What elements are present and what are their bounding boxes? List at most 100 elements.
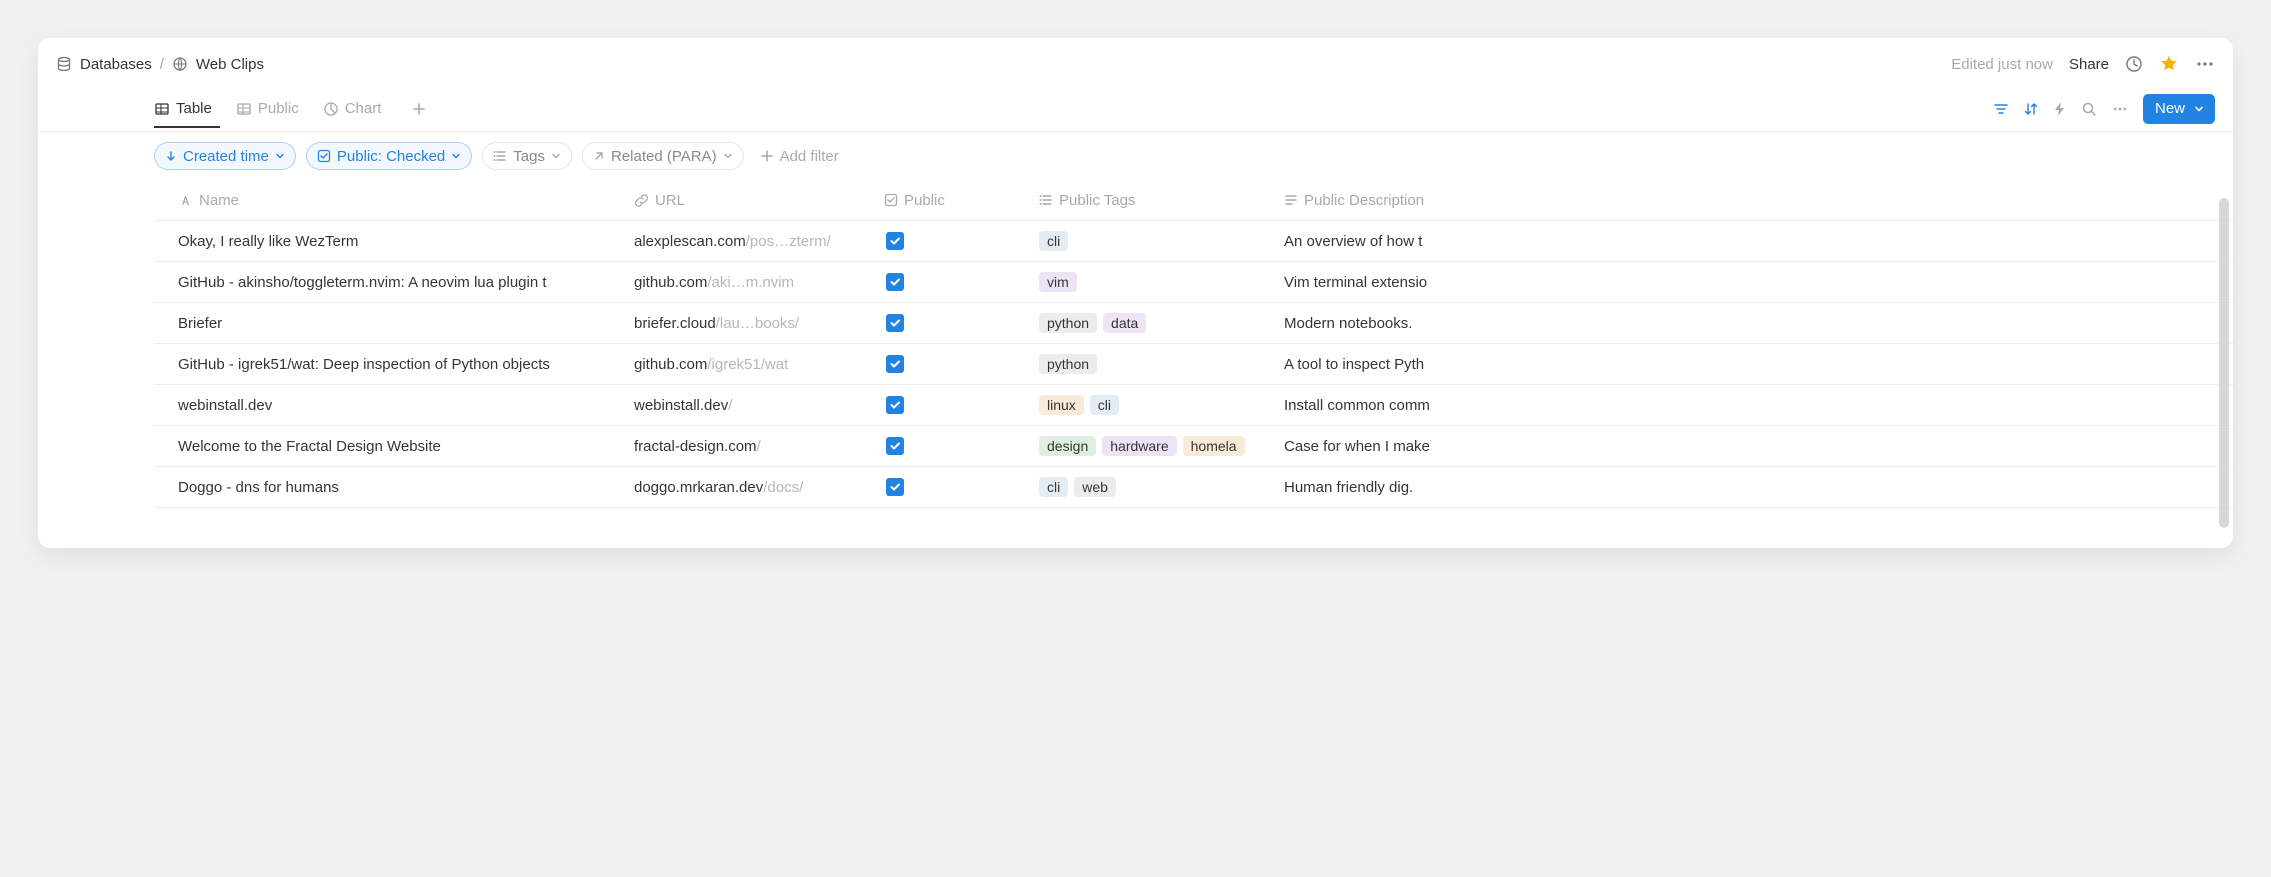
tag: python — [1039, 354, 1097, 374]
updates-icon[interactable] — [2125, 55, 2143, 73]
table-row[interactable]: GitHub - akinsho/toggleterm.nvim: A neov… — [154, 262, 2233, 303]
checkbox-checked[interactable] — [886, 396, 904, 414]
checkbox-checked[interactable] — [886, 355, 904, 373]
cell-public-tags[interactable]: designhardwarehomela — [1039, 436, 1284, 456]
table-icon — [154, 101, 170, 117]
cell-public-description[interactable]: Human friendly dig. — [1284, 479, 2233, 496]
column-header-public-tags[interactable]: Public Tags — [1039, 192, 1284, 209]
add-filter-button[interactable]: Add filter — [754, 148, 845, 165]
page-link[interactable]: Doggo - dns for humans — [178, 479, 339, 496]
text-icon — [1284, 193, 1298, 207]
new-button[interactable]: New — [2143, 94, 2215, 124]
cell-public-description[interactable]: Vim terminal extensio — [1284, 274, 2233, 291]
checkbox-checked[interactable] — [886, 437, 904, 455]
column-label: URL — [655, 192, 685, 209]
filter-icon[interactable] — [1993, 101, 2009, 117]
cell-public-description[interactable]: Case for when I make — [1284, 438, 2233, 455]
cell-public — [884, 396, 1039, 415]
cell-public-tags[interactable]: vim — [1039, 272, 1284, 292]
breadcrumb-page[interactable]: Web Clips — [196, 56, 264, 73]
cell-public-description[interactable]: Modern notebooks. — [1284, 315, 2233, 332]
cell-url[interactable]: briefer.cloud/lau…books/ — [634, 315, 884, 332]
sort-icon[interactable] — [2023, 101, 2039, 117]
cell-public-description[interactable]: A tool to inspect Pyth — [1284, 356, 2233, 373]
column-label: Public Tags — [1059, 192, 1135, 209]
cell-public-tags[interactable]: cliweb — [1039, 477, 1284, 497]
column-header-public-description[interactable]: Public Description — [1284, 192, 2233, 209]
sort-pill-created-time[interactable]: Created time — [154, 142, 296, 170]
filter-label: Related (PARA) — [611, 148, 717, 165]
tag: cli — [1039, 477, 1068, 497]
view-tab-label: Public — [258, 100, 299, 117]
table-row[interactable]: Okay, I really like WezTerm alexplescan.c… — [154, 221, 2233, 262]
add-view-button[interactable] — [405, 95, 433, 123]
breadcrumb: Databases / Web Clips — [56, 56, 264, 73]
cell-public — [884, 355, 1039, 374]
column-header-name[interactable]: Name — [154, 192, 634, 209]
column-label: Public — [904, 192, 945, 209]
page-link[interactable]: Briefer — [178, 315, 222, 332]
page-link[interactable]: Welcome to the Fractal Design Website — [178, 438, 441, 455]
cell-url[interactable]: fractal-design.com/ — [634, 438, 884, 455]
list-icon — [493, 149, 507, 163]
cell-public-tags[interactable]: linuxcli — [1039, 395, 1284, 415]
cell-public-tags[interactable]: python — [1039, 354, 1284, 374]
filter-pill-public-checked[interactable]: Public: Checked — [306, 142, 472, 170]
view-tab-table[interactable]: Table — [154, 90, 220, 127]
cell-name[interactable]: GitHub - akinsho/toggleterm.nvim: A neov… — [154, 274, 634, 291]
more-icon[interactable] — [2195, 54, 2215, 74]
cell-public-tags[interactable]: pythondata — [1039, 313, 1284, 333]
table-row[interactable]: Doggo - dns for humans doggo.mrkaran.dev/… — [154, 467, 2233, 508]
search-icon[interactable] — [2081, 101, 2097, 117]
column-label: Public Description — [1304, 192, 1424, 209]
cell-public — [884, 232, 1039, 251]
table-row[interactable]: Welcome to the Fractal Design Website fra… — [154, 426, 2233, 467]
filters-row: Created time Public: Checked Tags — [38, 132, 2233, 180]
checkbox-checked[interactable] — [886, 314, 904, 332]
top-actions: Edited just now Share — [1951, 54, 2215, 74]
tag: linux — [1039, 395, 1084, 415]
cell-public-description[interactable]: An overview of how t — [1284, 233, 2233, 250]
checkbox-icon — [884, 193, 898, 207]
share-button[interactable]: Share — [2069, 56, 2109, 73]
cell-name[interactable]: Briefer — [154, 315, 634, 332]
table-row[interactable]: Briefer briefer.cloud/lau…books/pythondat… — [154, 303, 2233, 344]
filter-pill-tags[interactable]: Tags — [482, 142, 572, 170]
breadcrumb-root[interactable]: Databases — [80, 56, 152, 73]
cell-url[interactable]: alexplescan.com/pos…zterm/ — [634, 233, 884, 250]
cell-url[interactable]: github.com/igrek51/wat — [634, 356, 884, 373]
page-link[interactable]: GitHub - igrek51/wat: Deep inspection of… — [178, 356, 550, 373]
link-icon — [634, 193, 649, 208]
cell-name[interactable]: Doggo - dns for humans — [154, 479, 634, 496]
cell-url[interactable]: webinstall.dev/ — [634, 397, 884, 414]
view-tab-chart[interactable]: Chart — [323, 90, 390, 127]
cell-public-tags[interactable]: cli — [1039, 231, 1284, 251]
cell-name[interactable]: Welcome to the Fractal Design Website — [154, 438, 634, 455]
filter-pill-related[interactable]: Related (PARA) — [582, 142, 744, 170]
page-link[interactable]: Okay, I really like WezTerm — [178, 233, 358, 250]
cell-url[interactable]: github.com/aki…m.nvim — [634, 274, 884, 291]
tag: design — [1039, 436, 1096, 456]
automation-icon[interactable] — [2053, 101, 2067, 117]
column-label: Name — [199, 192, 239, 209]
cell-name[interactable]: GitHub - igrek51/wat: Deep inspection of… — [154, 356, 634, 373]
page-link[interactable]: GitHub - akinsho/toggleterm.nvim: A neov… — [178, 274, 547, 291]
scrollbar-thumb[interactable] — [2219, 198, 2229, 528]
page-link[interactable]: webinstall.dev — [178, 397, 272, 414]
cell-url[interactable]: doggo.mrkaran.dev/docs/ — [634, 479, 884, 496]
table-row[interactable]: GitHub - igrek51/wat: Deep inspection of… — [154, 344, 2233, 385]
column-header-url[interactable]: URL — [634, 192, 884, 209]
cell-name[interactable]: webinstall.dev — [154, 397, 634, 414]
checkbox-checked[interactable] — [886, 232, 904, 250]
cell-public-description[interactable]: Install common comm — [1284, 397, 2233, 414]
view-tab-public[interactable]: Public — [236, 90, 307, 127]
cell-name[interactable]: Okay, I really like WezTerm — [154, 233, 634, 250]
checkbox-checked[interactable] — [886, 478, 904, 496]
checkbox-checked[interactable] — [886, 273, 904, 291]
filter-label: Tags — [513, 148, 545, 165]
column-header-public[interactable]: Public — [884, 192, 1039, 209]
more-options-icon[interactable] — [2111, 100, 2129, 118]
plus-icon — [760, 149, 774, 163]
favorite-star-icon[interactable] — [2159, 54, 2179, 74]
table-row[interactable]: webinstall.dev webinstall.dev/linuxcliIns… — [154, 385, 2233, 426]
